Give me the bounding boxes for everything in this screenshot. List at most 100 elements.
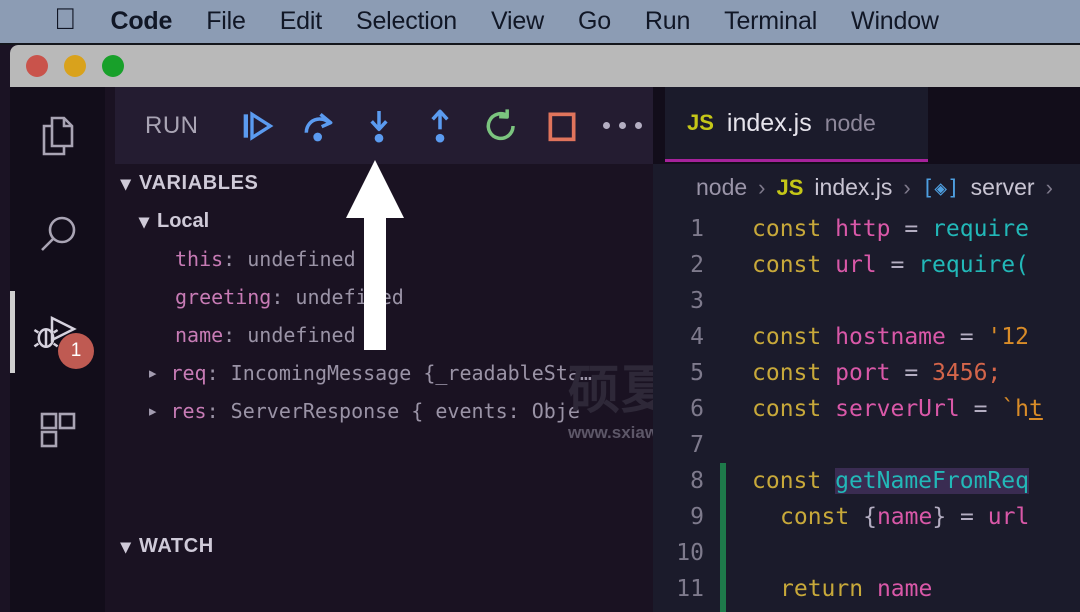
line-number: 8 — [690, 468, 704, 494]
sidebar-item-search[interactable] — [10, 185, 105, 283]
restart-icon — [486, 108, 515, 140]
stop-icon — [548, 112, 576, 141]
menu-item-view[interactable]: View — [491, 7, 544, 36]
code-token: = — [959, 324, 988, 350]
code-line[interactable]: 2 const url = require( — [653, 247, 1080, 283]
menu-item-file[interactable]: File — [206, 7, 246, 36]
debug-badge: 1 — [58, 333, 94, 369]
code-token: const — [752, 360, 836, 386]
more-actions-button[interactable] — [592, 97, 653, 155]
code-line[interactable]: 4 const hostname = '12 — [653, 319, 1080, 355]
tab-index-js[interactable]: JS index.js node — [665, 87, 928, 162]
code-token: { — [863, 504, 877, 530]
code-token: const — [752, 252, 836, 278]
sidebar-item-extensions[interactable] — [10, 381, 105, 479]
code-line[interactable]: 11 return name — [653, 571, 1080, 607]
js-file-icon: JS — [776, 174, 804, 200]
code-line[interactable]: 12} — [653, 607, 1080, 612]
js-file-icon: JS — [687, 110, 714, 135]
code-token: hostname — [835, 324, 960, 350]
code-line[interactable]: 5 const port = 3456; — [653, 355, 1080, 391]
code-line[interactable]: 7 — [653, 427, 1080, 463]
step-out-button[interactable] — [409, 97, 470, 155]
apple-logo-icon[interactable]:  — [54, 4, 77, 35]
symbol-cube-icon: [◈] — [921, 175, 960, 200]
close-window-button[interactable] — [26, 55, 48, 77]
menu-item-go[interactable]: Go — [578, 7, 611, 36]
variable-colon: : — [223, 247, 248, 271]
code-line[interactable]: 3 — [653, 283, 1080, 319]
step-into-icon — [370, 110, 388, 142]
code-token: name — [876, 504, 933, 530]
variable-name: greeting — [175, 285, 272, 309]
code-token: require — [932, 216, 1029, 242]
menu-item-terminal[interactable]: Terminal — [724, 7, 817, 36]
minimize-window-button[interactable] — [64, 55, 86, 77]
sidebar-item-run-and-debug[interactable]: 1 — [10, 283, 105, 381]
variable-row-res[interactable]: ▸ res : ServerResponse { events: Obje — [105, 392, 653, 430]
editor-tab-strip: JS index.js node — [653, 87, 1080, 164]
step-into-button[interactable] — [348, 97, 409, 155]
menu-item-selection[interactable]: Selection — [356, 7, 457, 36]
ellipsis-icon — [634, 122, 642, 129]
code-line-text: const {name} = url — [726, 504, 1029, 530]
menu-item-edit[interactable]: Edit — [280, 7, 322, 36]
continue-icon — [243, 110, 274, 141]
step-over-button[interactable] — [287, 97, 348, 155]
annotation-up-arrow — [346, 160, 404, 350]
tab-filename: index.js — [726, 108, 812, 137]
menu-item-window[interactable]: Window — [851, 7, 939, 36]
code-token: } — [932, 504, 961, 530]
vscode-window: 1 RUN ▾ VARIABLES ▾ Local this: undefin… — [10, 45, 1080, 612]
code-token: = — [904, 216, 933, 242]
code-line[interactable]: 10 — [653, 535, 1080, 571]
stop-button[interactable] — [531, 97, 592, 155]
code-token: url — [987, 504, 1030, 530]
sidebar-item-explorer[interactable] — [10, 87, 105, 185]
line-number: 3 — [690, 288, 704, 314]
step-out-icon — [431, 109, 449, 142]
menu-item-run[interactable]: Run — [645, 7, 690, 36]
chevron-right-icon: › — [1045, 174, 1053, 200]
code-token: const — [752, 396, 836, 422]
watch-section-header[interactable]: ▾ WATCH — [105, 527, 653, 565]
extensions-icon — [40, 412, 75, 448]
code-token: const — [752, 468, 836, 494]
zoom-window-button[interactable] — [102, 55, 124, 77]
breadcrumb-item-file[interactable]: index.js — [814, 174, 892, 201]
code-line[interactable]: 1 const http = require — [653, 211, 1080, 247]
code-line[interactable]: 8 const getNameFromReq — [653, 463, 1080, 499]
continue-button[interactable] — [227, 97, 288, 155]
code-token: '12 — [987, 324, 1029, 350]
ellipsis-icon — [618, 122, 626, 129]
app-root:  Code File Edit Selection View Go Run T… — [0, 0, 1080, 612]
restart-button[interactable] — [470, 97, 531, 155]
variable-name: this — [175, 247, 224, 271]
line-number: 4 — [690, 324, 704, 350]
watch-title: WATCH — [139, 534, 214, 557]
files-icon — [42, 116, 73, 156]
code-line[interactable]: 9 const {name} = url — [653, 499, 1080, 535]
code-token: const — [752, 324, 836, 350]
code-line[interactable]: 6 const serverUrl = `ht — [653, 391, 1080, 427]
code-token: t — [1028, 396, 1043, 422]
macos-menu-bar:  Code File Edit Selection View Go Run T… — [0, 0, 1080, 45]
code-token: `h — [1001, 396, 1029, 422]
code-token: return — [780, 576, 877, 602]
variable-name: res — [170, 399, 207, 423]
variables-title: VARIABLES — [139, 171, 259, 194]
variable-value: IncomingMessage {_readableSta… — [230, 361, 592, 385]
breadcrumb-item-folder[interactable]: node — [696, 174, 747, 201]
breadcrumb-item-symbol[interactable]: server — [971, 174, 1035, 201]
code-token: const — [752, 216, 836, 242]
code-line-text: const port = 3456; — [726, 360, 1001, 386]
gutter-spacer — [720, 283, 726, 319]
code-editor[interactable]: 1 const http = require 2 const url = requir… — [653, 211, 1080, 612]
menu-item-code[interactable]: Code — [111, 7, 173, 36]
line-number: 6 — [690, 396, 704, 422]
chevron-right-icon: › — [758, 174, 766, 200]
variable-value: undefined — [247, 323, 356, 347]
variable-row-req[interactable]: ▸ req : IncomingMessage {_readableSta… — [105, 354, 653, 392]
code-token: http — [835, 216, 905, 242]
line-number: 1 — [690, 216, 704, 242]
